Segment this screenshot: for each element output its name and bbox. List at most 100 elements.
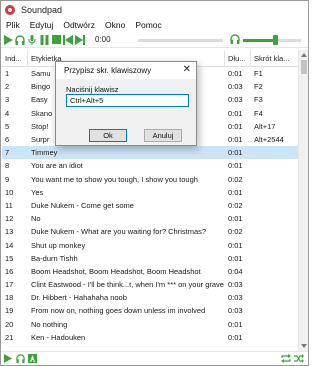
- status-text-button[interactable]: [27, 353, 37, 364]
- row-duration: 0:01: [228, 69, 243, 79]
- volume-thumb[interactable]: [273, 35, 278, 45]
- row-hotkey: F1: [254, 69, 263, 79]
- table-row[interactable]: 12 No 0:01: [2, 212, 298, 225]
- scroll-thumb[interactable]: [301, 60, 307, 74]
- row-label: Ba-durn Tishh: [31, 253, 78, 263]
- seek-bar[interactable]: [138, 39, 223, 42]
- table-row[interactable]: 18 Dr. Hibbert - Hahahaha noob 0:03: [2, 291, 298, 304]
- previous-icon: [63, 34, 73, 45]
- status-right-icons: [281, 354, 304, 365]
- table-row[interactable]: 20 No nothing 0:01: [2, 318, 298, 331]
- headphones-button[interactable]: [15, 34, 25, 45]
- headphones-icon: [15, 354, 25, 363]
- row-duration: 0:02: [228, 227, 243, 237]
- row-duration: 0:01: [228, 332, 243, 342]
- row-index: 19: [5, 306, 14, 316]
- column-duration[interactable]: Dłu...: [225, 49, 251, 67]
- column-hotkey[interactable]: Skrót kla...: [251, 50, 298, 67]
- row-label: Duke Nukem - What are you waiting for? C…: [31, 227, 207, 237]
- menu-edit[interactable]: Edytuj: [25, 20, 59, 30]
- microphone-button[interactable]: [27, 34, 37, 45]
- vertical-scrollbar[interactable]: [298, 50, 308, 351]
- table-row[interactable]: 14 Shut up monkey 0:01: [2, 238, 298, 251]
- row-duration: 0:03: [228, 280, 243, 290]
- next-button[interactable]: [75, 34, 85, 45]
- status-headphones-button[interactable]: [15, 353, 25, 364]
- row-index: 15: [5, 253, 14, 263]
- row-duration: 0:03: [228, 293, 243, 303]
- next-icon: [75, 34, 85, 45]
- volume-fill: [243, 39, 275, 42]
- scroll-up-icon[interactable]: [301, 52, 307, 58]
- row-index: 4: [5, 108, 10, 118]
- hotkey-input[interactable]: Ctrl+Alt+5: [66, 94, 189, 107]
- column-index[interactable]: Ind...: [2, 49, 28, 67]
- ok-button[interactable]: Ok: [89, 129, 127, 142]
- row-label: You want me to show you tough, I show yo…: [31, 174, 198, 184]
- row-label: Timmey: [31, 148, 58, 158]
- play-icon: [3, 34, 13, 45]
- row-index: 21: [5, 332, 14, 342]
- row-label: Duke Nukem - Come get some: [31, 200, 134, 210]
- table-row[interactable]: 16 Boom Headshot, Boom Headshot, Boom Hea…: [2, 265, 298, 278]
- mic-icon: [28, 34, 36, 45]
- row-duration: 0:02: [228, 200, 243, 210]
- row-duration: 0:01: [228, 187, 243, 197]
- row-hotkey: F3: [254, 95, 263, 105]
- play-icon: [4, 354, 12, 363]
- row-duration: 0:01: [228, 240, 243, 250]
- row-index: 5: [5, 121, 10, 131]
- status-play-button[interactable]: [3, 353, 13, 364]
- row-label: Boom Headshot, Boom Headshot, Boom Heads…: [31, 266, 201, 276]
- row-index: 17: [5, 280, 14, 290]
- status-bar: [1, 351, 308, 365]
- title-bar: Soundpad: [1, 1, 308, 18]
- table-row[interactable]: 8 You are an idiot 0:01: [2, 159, 298, 172]
- repeat-icon[interactable]: [281, 354, 291, 365]
- row-hotkey: Alt+2544: [254, 135, 284, 145]
- row-index: 20: [5, 319, 14, 329]
- menu-play[interactable]: Odtwórz: [58, 20, 100, 30]
- row-label: No: [31, 214, 41, 224]
- menu-window[interactable]: Okno: [100, 20, 130, 30]
- table-row[interactable]: 10 Yes 0:01: [2, 186, 298, 199]
- row-index: 6: [5, 135, 10, 145]
- table-row[interactable]: 21 Ken - Hadouken 0:01: [2, 331, 298, 344]
- table-row[interactable]: 13 Duke Nukem - What are you waiting for?…: [2, 225, 298, 238]
- row-index: 1: [5, 69, 10, 79]
- row-index: 14: [5, 240, 14, 250]
- assign-hotkey-dialog: Przypisz skr. klawiszowy ✕ Naciśnij klaw…: [55, 61, 197, 146]
- row-label: From now on, nothing goes down unless im…: [31, 306, 206, 316]
- row-duration: 0:01: [228, 148, 243, 158]
- row-index: 8: [5, 161, 10, 171]
- table-row[interactable]: 19 From now on, nothing goes down unless …: [2, 304, 298, 317]
- time-display: 0:00: [95, 35, 111, 44]
- table-row[interactable]: 17 Clint Eastwood - I'll be think...t, wh…: [2, 278, 298, 291]
- previous-button[interactable]: [63, 34, 73, 45]
- menu-help[interactable]: Pomoc: [130, 20, 166, 30]
- headphones-icon: [15, 34, 25, 45]
- row-index: 12: [5, 214, 14, 224]
- table-row-selected[interactable]: 7 Timmey 0:01: [2, 146, 298, 160]
- row-duration: 0:03: [228, 306, 243, 316]
- soundpad-logo-icon: [5, 4, 15, 15]
- row-duration: 0:02: [228, 174, 243, 184]
- row-duration: 0:01: [228, 214, 243, 224]
- pause-button[interactable]: [39, 34, 49, 45]
- volume-headphones-icon: [230, 34, 240, 46]
- scroll-down-icon[interactable]: [301, 343, 307, 349]
- text-a-icon: [27, 354, 37, 363]
- play-button[interactable]: [3, 34, 13, 45]
- row-hotkey: F4: [254, 108, 263, 118]
- row-label: No nothing: [31, 319, 68, 329]
- table-row[interactable]: 11 Duke Nukem - Come get some 0:02: [2, 199, 298, 212]
- menu-file[interactable]: Plik: [1, 20, 25, 30]
- stop-button[interactable]: [51, 34, 61, 45]
- row-duration: 0:03: [228, 82, 243, 92]
- table-row[interactable]: 9 You want me to show you tough, I show y…: [2, 173, 298, 186]
- close-icon[interactable]: ✕: [183, 65, 191, 75]
- cancel-button[interactable]: Anuluj: [144, 129, 182, 142]
- shuffle-icon[interactable]: [294, 354, 304, 365]
- table-row[interactable]: 15 Ba-durn Tishh 0:01: [2, 252, 298, 265]
- stop-icon: [51, 35, 61, 44]
